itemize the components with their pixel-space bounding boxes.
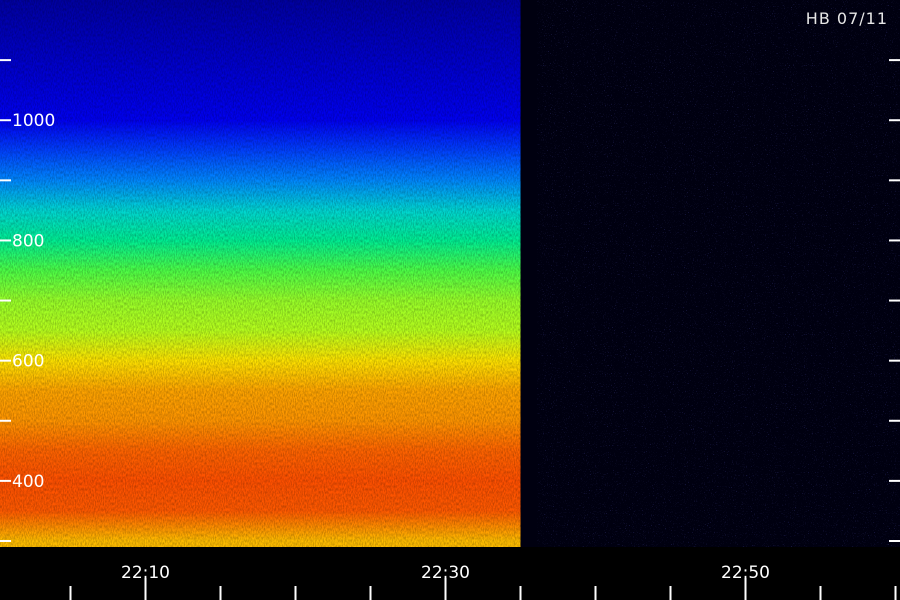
spectrogram-chart: 400 600 800 1000 22:10 22:30 22:50 HB 07/11 [0, 0, 900, 600]
x-axis-labels: 22:10 22:30 22:50 [121, 563, 770, 583]
signal-texture [0, 0, 521, 547]
x-tick-label-22:30: 22:30 [421, 563, 470, 583]
x-tick-label-22:50: 22:50 [721, 563, 770, 583]
spectrogram-page: 400 600 800 1000 22:10 22:30 22:50 HB 07/11 [0, 0, 900, 600]
background-noise [537, 0, 900, 547]
y-tick-label-600: 600 [12, 352, 44, 372]
y-tick-label-800: 800 [12, 231, 44, 251]
signal-region [0, 0, 521, 547]
y-tick-label-1000: 1000 [12, 111, 55, 131]
station-label: HB 07/11 [806, 9, 888, 28]
x-axis-ticks [69, 578, 897, 600]
y-tick-label-400: 400 [12, 472, 44, 492]
x-tick-label-22:10: 22:10 [121, 563, 170, 583]
